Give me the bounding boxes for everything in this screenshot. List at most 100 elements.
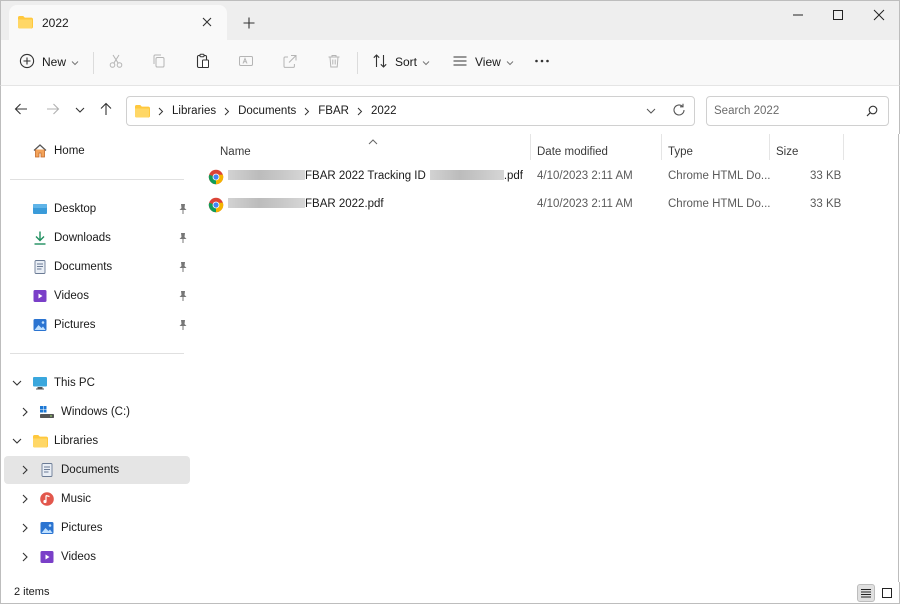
nav-item-windows-drive[interactable]: Windows (C:) [4, 398, 190, 426]
folder-icon [134, 104, 150, 118]
column-divider[interactable] [661, 134, 662, 160]
column-header-size[interactable]: Size [776, 140, 798, 164]
file-list: Name Date modified Type Size FBAR 2022 T… [192, 134, 899, 582]
nav-label: Documents [61, 464, 120, 476]
sort-button[interactable]: Sort [372, 50, 430, 74]
file-date-modified: 4/10/2023 2:11 AM [537, 170, 633, 182]
share-button[interactable] [282, 50, 298, 74]
videos-icon [32, 288, 48, 304]
chevron-right-icon[interactable] [357, 107, 363, 116]
back-button[interactable] [11, 100, 31, 120]
file-row[interactable]: FBAR 2022.pdf 4/10/2023 2:11 AM Chrome H… [204, 192, 844, 218]
nav-item-pictures[interactable]: Pictures [4, 311, 190, 339]
pin-icon[interactable] [178, 319, 188, 334]
more-options-button[interactable] [534, 50, 550, 74]
pin-icon[interactable] [178, 261, 188, 276]
search-box[interactable] [706, 96, 889, 126]
copy-button[interactable] [151, 50, 167, 74]
nav-item-library-music[interactable]: Music [4, 485, 190, 513]
rename-button[interactable] [238, 50, 254, 74]
nav-item-library-videos[interactable]: Videos [4, 543, 190, 571]
cut-icon [108, 53, 124, 72]
status-bar: 2 items [0, 582, 900, 604]
column-header-date-modified[interactable]: Date modified [537, 140, 608, 164]
chevron-right-icon[interactable] [20, 523, 30, 533]
nav-item-library-documents[interactable]: Documents [4, 456, 190, 484]
chevron-right-icon[interactable] [158, 107, 164, 116]
address-bar[interactable]: Libraries Documents FBAR 2022 [126, 96, 695, 126]
up-button[interactable] [96, 100, 116, 120]
minimize-icon[interactable] [784, 5, 812, 25]
nav-item-libraries[interactable]: Libraries [4, 427, 190, 455]
column-header-name[interactable]: Name [220, 140, 251, 164]
toolbar-divider [93, 52, 94, 74]
column-divider[interactable] [530, 134, 531, 160]
column-divider[interactable] [843, 134, 844, 160]
nav-label: This PC [54, 377, 95, 389]
rename-icon [238, 53, 254, 72]
chevron-right-icon[interactable] [304, 107, 310, 116]
new-button[interactable]: New [19, 50, 79, 74]
address-history-icon[interactable] [646, 104, 656, 118]
nav-item-this-pc[interactable]: This PC [4, 369, 190, 397]
chevron-right-icon[interactable] [20, 407, 30, 417]
sort-ascending-icon [368, 134, 378, 148]
desktop-icon [32, 201, 48, 217]
close-window-icon[interactable] [865, 5, 893, 25]
breadcrumb-2022[interactable]: 2022 [371, 105, 397, 117]
recent-locations-button[interactable] [70, 100, 90, 120]
copy-icon [151, 53, 167, 72]
column-header-type[interactable]: Type [668, 140, 693, 164]
new-tab-button[interactable] [239, 13, 259, 33]
nav-item-downloads[interactable]: Downloads [4, 224, 190, 252]
nav-item-documents[interactable]: Documents [4, 253, 190, 281]
forward-button[interactable] [43, 100, 63, 120]
breadcrumb-fbar[interactable]: FBAR [318, 105, 349, 117]
home-icon [32, 143, 48, 159]
close-tab-icon[interactable] [199, 14, 215, 30]
chevron-down-icon [75, 103, 85, 117]
nav-divider [10, 353, 184, 354]
chevron-right-icon[interactable] [20, 552, 30, 562]
pin-icon[interactable] [178, 290, 188, 305]
breadcrumb-documents[interactable]: Documents [238, 105, 296, 117]
documents-icon [32, 259, 48, 275]
computer-icon [32, 375, 48, 391]
file-row[interactable]: FBAR 2022 Tracking ID .pdf 4/10/2023 2:11… [204, 164, 844, 190]
nav-item-home[interactable]: Home [4, 137, 190, 165]
redacted-text [228, 170, 305, 180]
breadcrumb-libraries[interactable]: Libraries [172, 105, 216, 117]
pin-icon[interactable] [178, 232, 188, 247]
large-icons-view-icon[interactable] [878, 584, 896, 602]
paste-button[interactable] [195, 50, 211, 74]
refresh-icon[interactable] [672, 103, 686, 120]
nav-item-library-pictures[interactable]: Pictures [4, 514, 190, 542]
nav-item-desktop[interactable]: Desktop [4, 195, 190, 223]
tab-2022[interactable]: 2022 [9, 5, 227, 41]
chrome-icon [208, 169, 224, 188]
nav-item-videos[interactable]: Videos [4, 282, 190, 310]
nav-label: Videos [61, 551, 96, 563]
redacted-text [429, 170, 504, 180]
file-size: 33 KB [810, 170, 842, 182]
nav-divider [10, 179, 184, 180]
pin-icon[interactable] [178, 203, 188, 218]
maximize-icon[interactable] [824, 5, 852, 25]
address-row: Libraries Documents FBAR 2022 [0, 86, 900, 134]
column-divider[interactable] [769, 134, 770, 160]
delete-button[interactable] [326, 50, 342, 74]
nav-label: Pictures [54, 319, 96, 331]
chevron-right-icon[interactable] [20, 465, 30, 475]
details-view-icon[interactable] [857, 584, 875, 602]
search-icon[interactable] [866, 105, 878, 120]
chevron-down-icon[interactable] [12, 378, 22, 388]
chevron-right-icon[interactable] [20, 494, 30, 504]
search-input[interactable] [714, 103, 854, 119]
title-bar: 2022 [0, 0, 900, 41]
music-icon [39, 491, 55, 507]
cut-button[interactable] [108, 50, 124, 74]
chevron-right-icon[interactable] [224, 107, 230, 116]
chevron-down-icon[interactable] [12, 436, 22, 446]
view-button[interactable]: View [452, 50, 514, 74]
nav-label: Libraries [54, 435, 99, 447]
